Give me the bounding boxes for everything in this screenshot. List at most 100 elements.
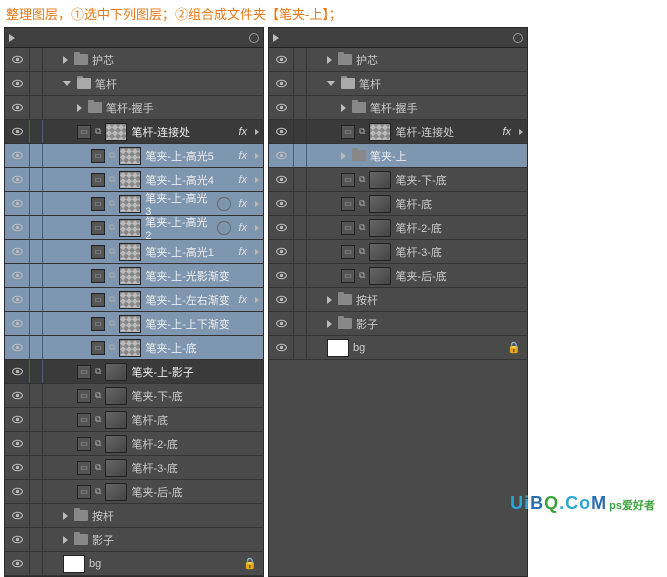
link-column[interactable] (29, 264, 43, 287)
layer-row[interactable]: 影子 (5, 528, 263, 552)
visibility-toggle[interactable] (5, 341, 29, 354)
layer-row[interactable]: ▭⧉笔夹-下-底 (5, 384, 263, 408)
expand-arrow-icon[interactable] (327, 56, 332, 64)
link-column[interactable] (29, 336, 43, 359)
layer-thumbnail[interactable] (369, 243, 391, 261)
fx-expand-icon[interactable] (519, 129, 523, 135)
fx-expand-icon[interactable] (255, 201, 259, 207)
layer-row[interactable]: ▭⧉笔夹-上-上下渐变 (5, 312, 263, 336)
link-column[interactable] (29, 480, 43, 503)
expand-arrow-icon[interactable] (63, 536, 68, 544)
expand-arrow-icon[interactable] (327, 296, 332, 304)
link-column[interactable] (293, 48, 307, 71)
layer-thumbnail[interactable] (119, 219, 141, 237)
visibility-toggle[interactable] (5, 437, 29, 450)
expand-arrow-icon[interactable] (77, 104, 82, 112)
visibility-toggle[interactable] (5, 461, 29, 474)
link-column[interactable] (29, 312, 43, 335)
layer-thumbnail[interactable] (105, 435, 127, 453)
visibility-toggle[interactable] (5, 485, 29, 498)
collapse-arrow-icon[interactable] (327, 81, 335, 86)
layer-row[interactable]: 笔杆-握手 (269, 96, 527, 120)
link-column[interactable] (29, 168, 43, 191)
layer-row[interactable]: 笔夹-上 (269, 144, 527, 168)
visibility-toggle[interactable] (269, 173, 293, 186)
visibility-toggle[interactable] (269, 77, 293, 90)
layer-row[interactable]: 按杆 (269, 288, 527, 312)
visibility-toggle[interactable] (269, 53, 293, 66)
expand-arrow-icon[interactable] (327, 320, 332, 328)
link-column[interactable] (293, 336, 307, 359)
expand-arrow-icon[interactable] (341, 104, 346, 112)
link-column[interactable] (29, 240, 43, 263)
visibility-toggle[interactable] (269, 293, 293, 306)
lock-icon[interactable]: 🔒 (507, 341, 521, 354)
link-column[interactable] (29, 504, 43, 527)
link-column[interactable] (29, 432, 43, 455)
layer-thumbnail[interactable] (119, 195, 141, 213)
visibility-toggle[interactable] (5, 197, 29, 210)
link-column[interactable] (29, 216, 43, 239)
visibility-toggle[interactable] (269, 197, 293, 210)
layer-row[interactable]: ▭⧉笔杆-2-底 (269, 216, 527, 240)
link-column[interactable] (29, 528, 43, 551)
layer-row[interactable]: ▭⧉笔夹-上-高光2◐fx (5, 216, 263, 240)
layer-thumbnail[interactable] (327, 339, 349, 357)
link-column[interactable] (293, 168, 307, 191)
visibility-toggle[interactable] (269, 125, 293, 138)
layer-row[interactable]: ▭⧉笔杆-底 (269, 192, 527, 216)
link-column[interactable] (293, 120, 307, 143)
layer-thumbnail[interactable] (119, 315, 141, 333)
layer-thumbnail[interactable] (119, 339, 141, 357)
fx-badge[interactable]: fx (502, 126, 511, 138)
link-column[interactable] (29, 384, 43, 407)
visibility-toggle[interactable] (5, 221, 29, 234)
lock-icon[interactable]: 🔒 (243, 557, 257, 570)
layer-thumbnail[interactable] (369, 219, 391, 237)
layer-row[interactable]: 笔杆 (269, 72, 527, 96)
layer-row[interactable]: 护芯 (269, 48, 527, 72)
layer-row[interactable]: 按杆 (5, 504, 263, 528)
visibility-toggle[interactable] (5, 53, 29, 66)
visibility-toggle[interactable] (5, 173, 29, 186)
panel-header[interactable] (269, 28, 527, 48)
layer-thumbnail[interactable] (105, 387, 127, 405)
link-column[interactable] (29, 408, 43, 431)
link-column[interactable] (293, 288, 307, 311)
layer-row[interactable]: ▭⧉笔杆-连接处fx (5, 120, 263, 144)
link-column[interactable] (293, 72, 307, 95)
link-column[interactable] (293, 312, 307, 335)
fx-badge[interactable]: fx (238, 294, 247, 306)
link-column[interactable] (29, 48, 43, 71)
fx-badge[interactable]: fx (238, 246, 247, 258)
layer-row[interactable]: ▭⧉笔夹-上-高光3◐fx (5, 192, 263, 216)
layer-row[interactable]: ▭⧉笔杆-连接处fx (269, 120, 527, 144)
layer-row[interactable]: ▭⧉笔夹-后-底 (269, 264, 527, 288)
link-column[interactable] (293, 96, 307, 119)
link-column[interactable] (293, 240, 307, 263)
layer-thumbnail[interactable] (105, 123, 127, 141)
link-column[interactable] (29, 456, 43, 479)
visibility-toggle[interactable] (269, 149, 293, 162)
filter-icon[interactable] (249, 33, 259, 43)
layer-row[interactable]: 笔杆 (5, 72, 263, 96)
layer-row[interactable]: ▭⧉笔夹-上-高光1fx (5, 240, 263, 264)
fx-expand-icon[interactable] (255, 297, 259, 303)
visibility-toggle[interactable] (5, 149, 29, 162)
filter-icon[interactable] (513, 33, 523, 43)
expand-arrow-icon[interactable] (63, 512, 68, 520)
layer-row[interactable]: ▭⧉笔杆-底 (5, 408, 263, 432)
expand-arrow-icon[interactable] (341, 152, 346, 160)
layer-row[interactable]: ▭⧉笔夹-上-高光4fx (5, 168, 263, 192)
visibility-toggle[interactable] (5, 125, 29, 138)
layer-row[interactable]: ▭⧉笔夹-上-底 (5, 336, 263, 360)
visibility-toggle[interactable] (5, 557, 29, 570)
layer-row[interactable]: ▭⧉笔夹-上-高光5fx (5, 144, 263, 168)
layer-thumbnail[interactable] (63, 555, 85, 573)
layer-row[interactable]: 护芯 (5, 48, 263, 72)
layer-row[interactable]: bg🔒 (5, 552, 263, 576)
fx-badge[interactable]: fx (238, 174, 247, 186)
visibility-toggle[interactable] (269, 269, 293, 282)
layer-thumbnail[interactable] (369, 267, 391, 285)
layer-thumbnail[interactable] (119, 171, 141, 189)
